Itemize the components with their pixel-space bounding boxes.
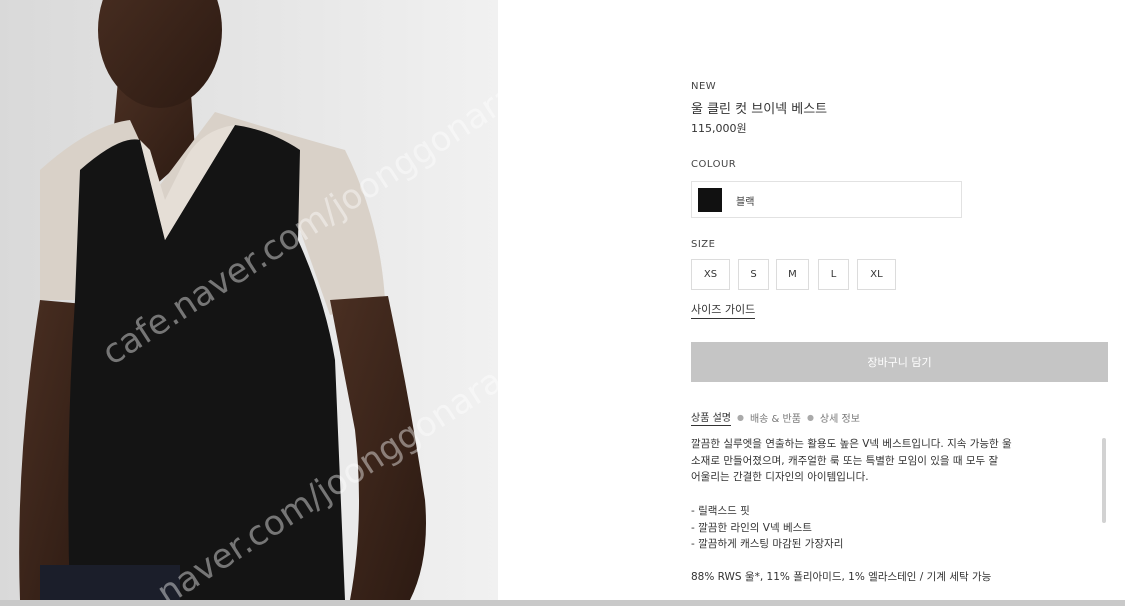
- model-illustration: [0, 0, 498, 600]
- tab-separator-dot: ●: [736, 413, 744, 422]
- feature-list: - 릴랙스드 핏 - 깔끔한 라인의 V넥 베스트 - 깔끔하게 캐스팅 마감된…: [691, 503, 843, 553]
- product-price: 115,000원: [691, 122, 747, 135]
- colour-label: COLOUR: [691, 159, 737, 170]
- description-scrollbar[interactable]: [1102, 438, 1106, 523]
- product-info-panel: NEW 울 클린 컷 브이넥 베스트 115,000원 COLOUR 블랙 SI…: [498, 0, 1125, 600]
- feature-item: - 깔끔한 라인의 V넥 베스트: [691, 521, 812, 534]
- material-info: 88% RWS 울*, 11% 폴리아미드, 1% 엘라스테인 / 기계 세탁 …: [691, 571, 992, 583]
- description-line: 깔끔한 실루엣을 연출하는 활용도 높은 V넥 베스트입니다. 지속 가능한 울: [691, 438, 1012, 450]
- size-option-xs[interactable]: XS: [691, 259, 730, 290]
- bottom-strip: [0, 600, 1125, 606]
- size-option-s[interactable]: S: [738, 259, 769, 290]
- tab-detail-info[interactable]: 상세 정보: [820, 410, 860, 425]
- description-line: 어울리는 간결한 디자인의 아이템입니다.: [691, 471, 869, 483]
- size-option-l[interactable]: L: [818, 259, 849, 290]
- size-option-m[interactable]: M: [776, 259, 809, 290]
- description-line: 소재로 만들어졌으며, 캐주얼한 룩 또는 특별한 모임이 있을 때 모두 잘: [691, 454, 999, 467]
- product-photo: cafe.naver.com/joonggonara naver.com/joo…: [0, 0, 498, 600]
- size-label: SIZE: [691, 239, 716, 250]
- tab-separator-dot: ●: [806, 413, 814, 422]
- product-description: 깔끔한 실루엣을 연출하는 활용도 높은 V넥 베스트입니다. 지속 가능한 울…: [691, 436, 1101, 486]
- size-guide-link[interactable]: 사이즈 가이드: [691, 301, 756, 319]
- colour-swatch[interactable]: [698, 188, 722, 212]
- colour-name: 블랙: [736, 197, 755, 208]
- tab-product-description[interactable]: 상품 설명: [691, 409, 731, 426]
- colour-selector[interactable]: 블랙: [691, 181, 962, 218]
- feature-item: - 깔끔하게 캐스팅 마감된 가장자리: [691, 538, 844, 550]
- tab-shipping-returns[interactable]: 배송 & 반품: [750, 410, 801, 425]
- info-tabs: 상품 설명 ● 배송 & 반품 ● 상세 정보: [691, 409, 860, 426]
- new-tag: NEW: [691, 81, 717, 92]
- size-option-xl[interactable]: XL: [857, 259, 896, 290]
- product-title: 울 클린 컷 브이넥 베스트: [691, 102, 828, 117]
- feature-item: - 릴랙스드 핏: [691, 505, 750, 517]
- add-to-cart-button[interactable]: 장바구니 담기: [691, 342, 1108, 382]
